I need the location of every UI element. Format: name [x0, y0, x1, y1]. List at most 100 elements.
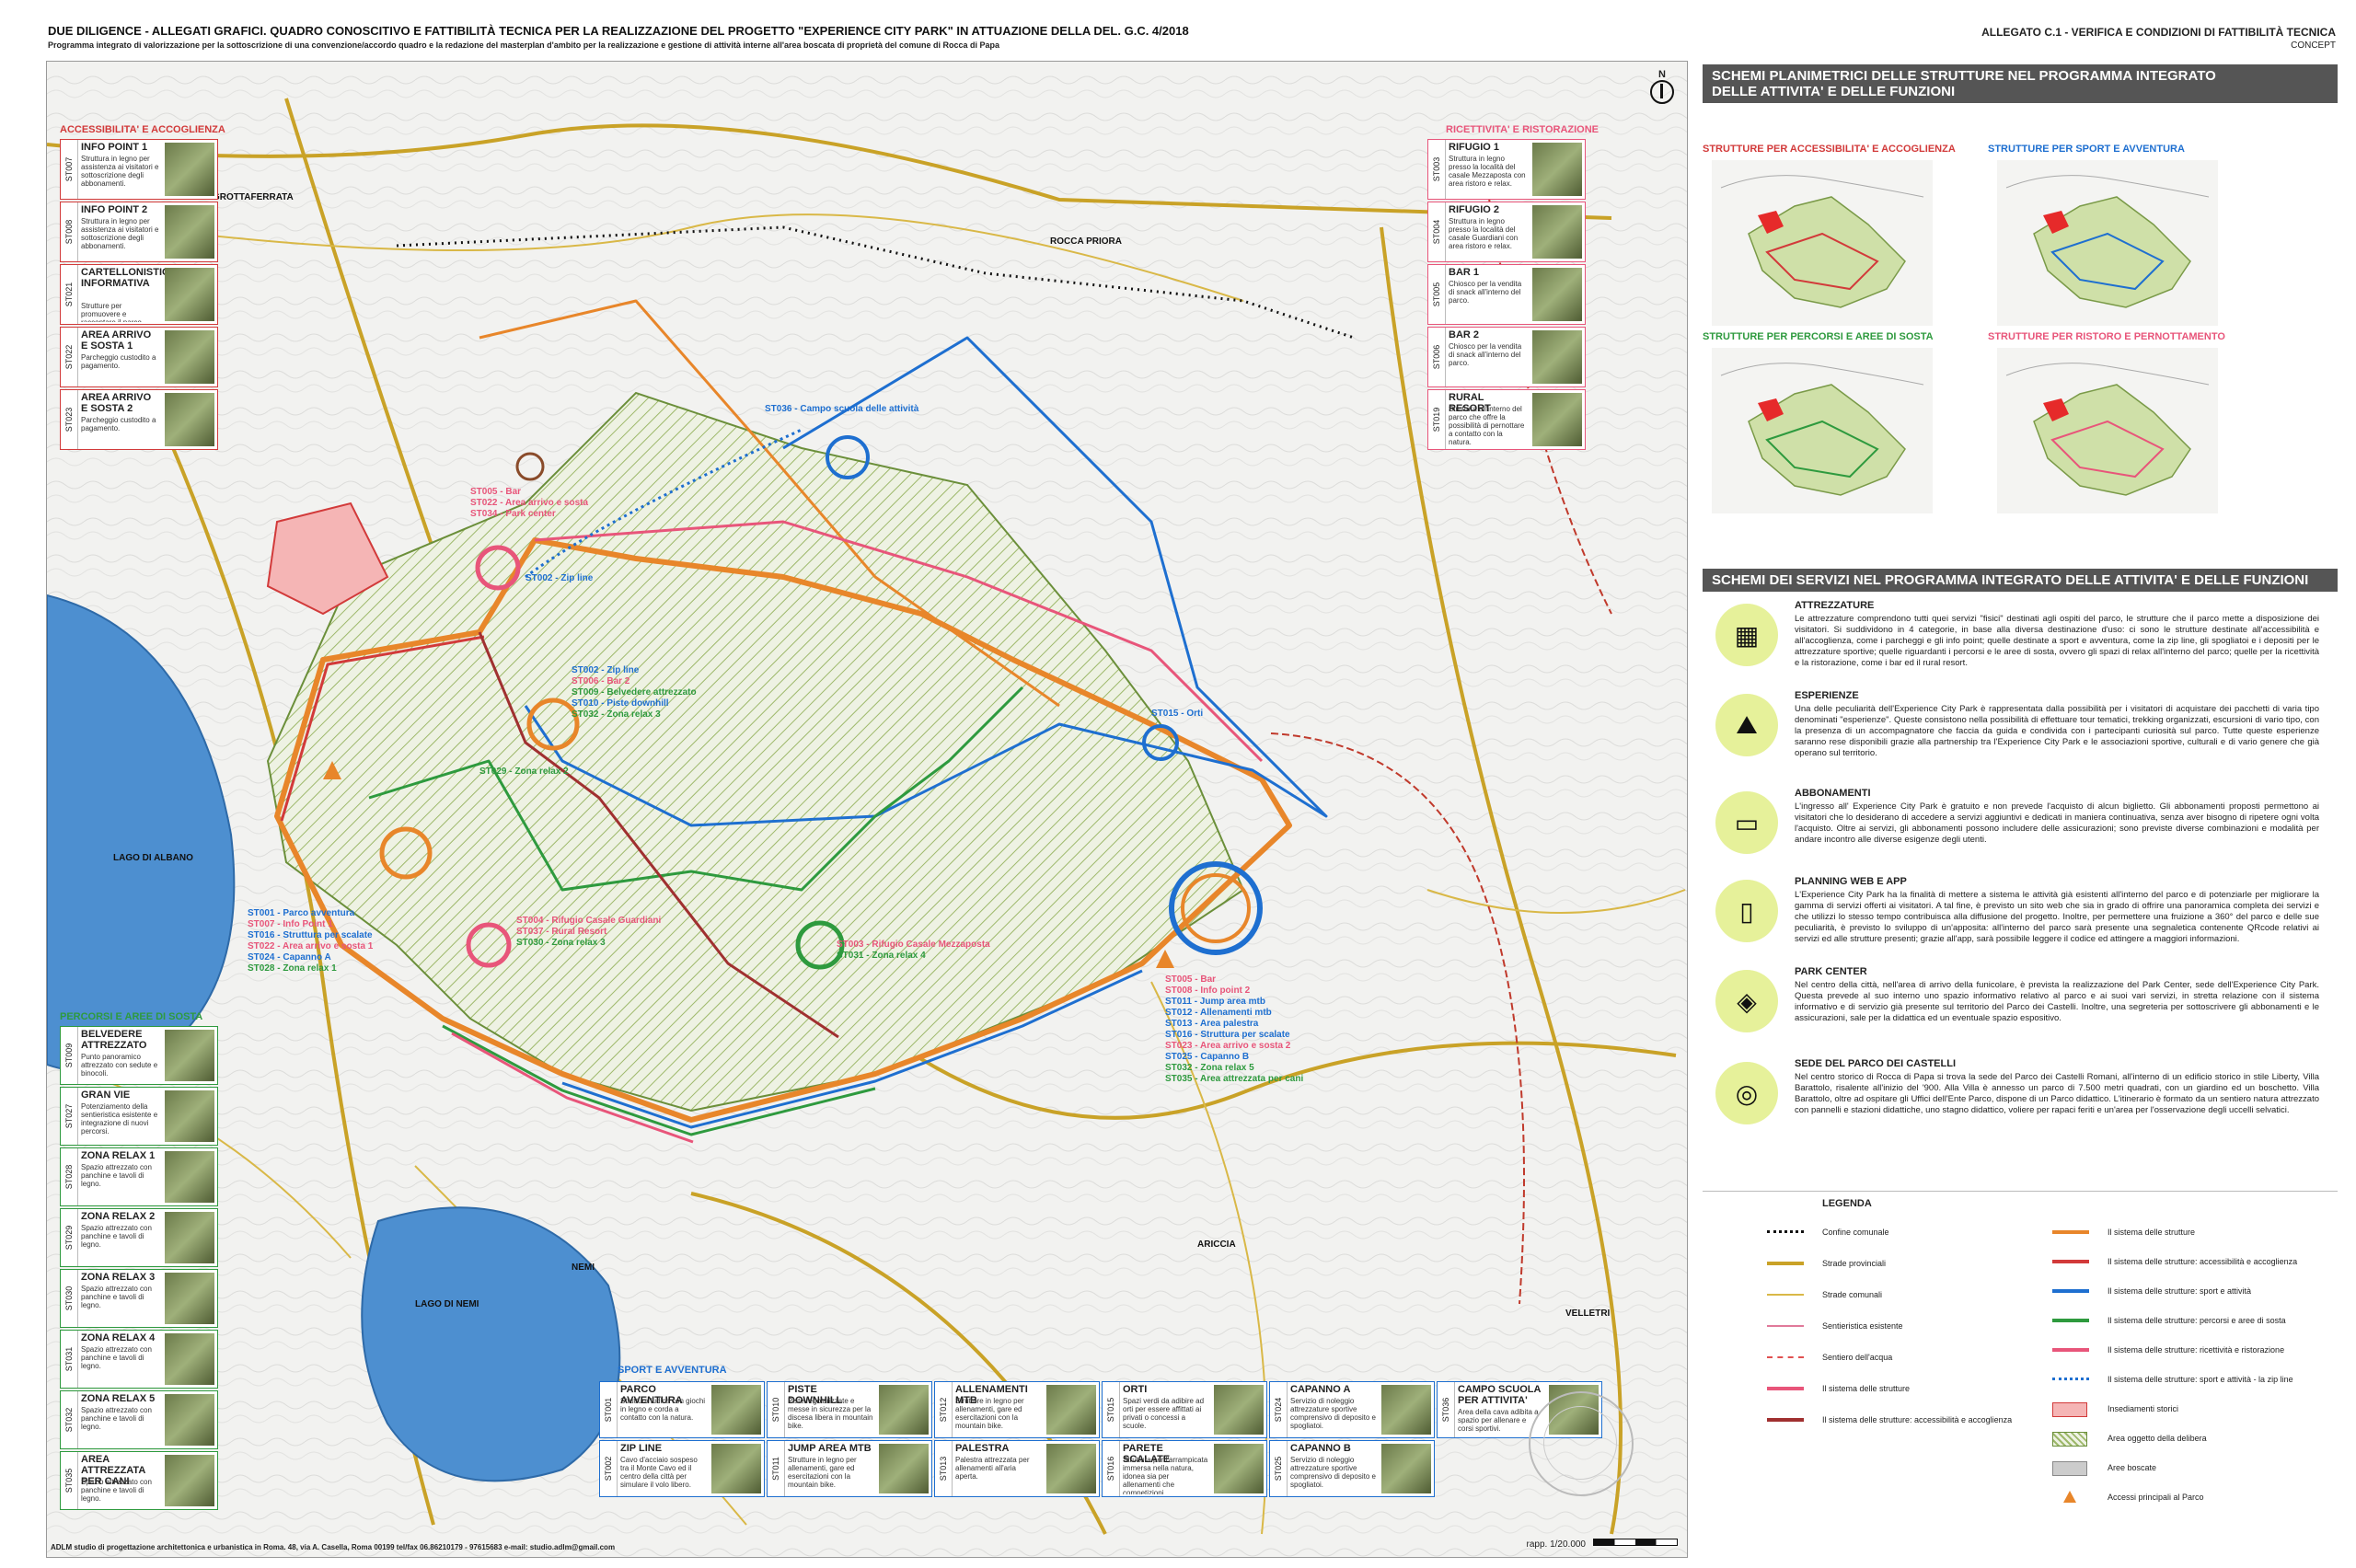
map-annotation[interactable]: ST002 - Zip line [572, 665, 639, 676]
structure-title: PALESTRA [955, 1443, 1010, 1454]
minimap-label: STRUTTURE PER ACCESSIBILITA' E ACCOGLIEN… [1703, 144, 1956, 155]
legend-swatch [1767, 1288, 1804, 1301]
structure-card[interactable]: ST007 INFO POINT 1 Struttura in legno per … [60, 139, 218, 200]
structure-photo [165, 143, 214, 196]
structure-photo [165, 1273, 214, 1324]
structure-card[interactable]: ST012 ALLENAMENTI MTB Strutture in legno p… [934, 1381, 1100, 1438]
structure-card[interactable]: ST029 ZONA RELAX 2 Spazio attrezzato con p… [60, 1208, 218, 1267]
structure-card[interactable]: ST010 PISTE DOWNHILL Piste regolarizzate e… [767, 1381, 932, 1438]
structure-photo [1381, 1385, 1431, 1435]
structure-photo [879, 1444, 929, 1493]
map-annotation[interactable]: ST009 - Belvedere attrezzato [572, 687, 697, 698]
structure-card[interactable]: ST022 AREA ARRIVO E SOSTA 1 Parcheggio cus… [60, 327, 218, 387]
structure-title: ZONA RELAX 3 [81, 1272, 156, 1283]
map-annotation[interactable]: ST028 - Zona relax 1 [248, 963, 337, 974]
structure-card[interactable]: ST002 ZIP LINE Cavo d'acciaio sospeso tra … [599, 1440, 765, 1497]
legend-swatch [2052, 1255, 2089, 1268]
map-annotation[interactable]: ST016 - Struttura per scalate [248, 930, 373, 941]
structure-card[interactable]: ST032 ZONA RELAX 5 Spazio attrezzato con p… [60, 1390, 218, 1449]
service-title: ABBONAMENTI [1795, 788, 1871, 799]
structure-desc: Struttura ludica con giochi in legno e c… [620, 1397, 706, 1422]
map-annotation[interactable]: ST029 - Zona relax 2 [479, 767, 569, 778]
allegato-label: ALLEGATO C.1 - VERIFICA E CONDIZIONI DI … [1981, 26, 2336, 39]
map-annotation[interactable]: ST011 - Jump area mtb [1165, 997, 1265, 1008]
map-annotation[interactable]: ST004 - Rifugio Casale Guardiani [516, 916, 661, 927]
structure-card[interactable]: ST025 CAPANNO B Servizio di noleggio attre… [1269, 1440, 1435, 1497]
structure-card[interactable]: ST003 RIFUGIO 1 Struttura in legno presso … [1427, 139, 1586, 200]
structure-code-label: ST036 [1441, 1397, 1450, 1423]
map-annotation[interactable]: ST032 - Zona relax 5 [1165, 1063, 1254, 1074]
structure-card[interactable]: ST013 PALESTRA Palestra attrezzata per all… [934, 1440, 1100, 1497]
service-title: PARK CENTER [1795, 966, 1867, 977]
structure-title: INFO POINT 1 [81, 142, 148, 153]
map-annotation[interactable]: ST035 - Area attrezzata per cani [1165, 1074, 1303, 1085]
map-annotation[interactable]: ST022 - Area arrivo e sosta 1 [248, 941, 373, 952]
map-annotation[interactable]: ST003 - Rifugio Casale Mezzaposta [837, 940, 990, 951]
service-text: L'ingresso all' Experience City Park è g… [1795, 801, 2319, 845]
structure-card[interactable]: ST023 AREA ARRIVO E SOSTA 2 Parcheggio cus… [60, 389, 218, 450]
structure-card[interactable]: ST001 PARCO AVVENTURA Struttura ludica con… [599, 1381, 765, 1438]
structure-code: ST030 [61, 1270, 78, 1327]
map-annotation[interactable]: ST022 - Area arrivo e sosta [470, 498, 588, 509]
map-annotation[interactable]: ST025 - Capanno B [1165, 1052, 1249, 1063]
structure-desc: Struttura in legno per assistenza ai vis… [81, 217, 159, 250]
structure-code: ST028 [61, 1148, 78, 1205]
map-annotation[interactable]: ST036 - Campo scuola delle attività [765, 404, 918, 415]
structure-card[interactable]: ST028 ZONA RELAX 1 Spazio attrezzato con p… [60, 1147, 218, 1206]
map-annotation[interactable]: ST002 - Zip line [525, 573, 593, 584]
structure-card[interactable]: ST005 BAR 1 Chiosco per la vendita di snac… [1427, 264, 1586, 325]
structure-photo [879, 1385, 929, 1435]
map-annotation[interactable]: ST023 - Area arrivo e sosta 2 [1165, 1041, 1290, 1052]
structure-code-label: ST030 [64, 1286, 74, 1311]
structure-card[interactable]: ST019 RURAL RESORT Struttura all'interno d… [1427, 389, 1586, 450]
structure-title: BAR 2 [1449, 329, 1480, 340]
map-annotation[interactable]: ST005 - Bar [1165, 974, 1216, 986]
main-map[interactable]: N GROTTAFERRATA ROCCA PRIORA LAGO DI ALBAN… [46, 61, 1688, 1558]
map-annotation[interactable]: ST008 - Info point 2 [1165, 986, 1250, 997]
structure-card[interactable]: ST009 BELVEDERE ATTREZZATO Punto panoramic… [60, 1026, 218, 1085]
structure-card[interactable]: ST031 ZONA RELAX 4 Spazio attrezzato con p… [60, 1330, 218, 1389]
structure-card[interactable]: ST015 ORTI Spazi verdi da adibire ad orti … [1102, 1381, 1267, 1438]
structure-code-label: ST015 [1106, 1397, 1115, 1423]
page-title: DUE DILIGENCE - ALLEGATI GRAFICI. QUADRO… [48, 24, 1189, 38]
map-annotation[interactable]: ST037 - Rural Resort [516, 927, 606, 938]
structure-card[interactable]: ST024 CAPANNO A Servizio di noleggio attre… [1269, 1381, 1435, 1438]
map-annotation[interactable]: ST032 - Zona relax 3 [572, 709, 661, 721]
map-annotation[interactable]: ST005 - Bar [470, 487, 521, 498]
structure-code-label: ST024 [1274, 1397, 1283, 1423]
smartphone-icon-glyph: ▯ [1739, 897, 1754, 926]
map-annotation[interactable]: ST012 - Allenamenti mtb [1165, 1008, 1272, 1019]
map-annotation[interactable]: ST024 - Capanno A [248, 952, 331, 963]
structure-card[interactable]: ST006 BAR 2 Chiosco per la vendita di snac… [1427, 327, 1586, 387]
map-annotation[interactable]: ST031 - Zona relax 4 [837, 951, 926, 962]
map-annotation[interactable]: ST007 - Info Point 1 [248, 919, 333, 930]
parco-castelli-logo-icon-glyph: ◎ [1735, 1079, 1759, 1108]
structure-card[interactable]: ST008 INFO POINT 2 Struttura in legno per … [60, 202, 218, 262]
map-annotation[interactable]: ST010 - Piste downhill [572, 698, 669, 709]
structure-photo [165, 1030, 214, 1081]
structure-card[interactable]: ST011 JUMP AREA MTB Strutture in legno per… [767, 1440, 932, 1497]
structure-code: ST027 [61, 1088, 78, 1145]
structure-desc: Struttura in legno per assistenza ai vis… [81, 155, 159, 188]
structure-title: ZONA RELAX 5 [81, 1393, 156, 1404]
map-annotation[interactable]: ST016 - Struttura per scalate [1165, 1030, 1290, 1041]
structure-card[interactable]: ST016 PARETE SCALATE Struttura per l'arram… [1102, 1440, 1267, 1497]
map-annotation[interactable]: ST030 - Zona relax 3 [516, 938, 606, 949]
structure-card[interactable]: ST021 CARTELLONISTICA INFORMATIVA Struttur… [60, 264, 218, 325]
structure-card[interactable]: ST030 ZONA RELAX 3 Spazio attrezzato con p… [60, 1269, 218, 1328]
schemi-title-line1: SCHEMI PLANIMETRICI DELLE STRUTTURE NEL … [1712, 68, 2216, 84]
structure-code: ST010 [768, 1382, 785, 1437]
structure-code-label: ST007 [64, 156, 74, 182]
map-annotation[interactable]: ST034 - Park center [470, 509, 556, 520]
structure-card[interactable]: ST004 RIFUGIO 2 Struttura in legno presso … [1427, 202, 1586, 262]
map-annotation[interactable]: ST013 - Area palestra [1165, 1019, 1258, 1030]
structure-photo [711, 1444, 761, 1493]
map-annotation[interactable]: ST015 - Orti [1151, 709, 1203, 720]
group-title-ricettivita: RICETTIVITA' E RISTORAZIONE [1446, 124, 1599, 135]
structure-card[interactable]: ST035 AREA ATTREZZATA PER CANI Spazio attr… [60, 1451, 218, 1510]
structure-photo [165, 1455, 214, 1506]
structure-desc: Spazi verdi da adibire ad orti per esser… [1123, 1397, 1205, 1430]
structure-card[interactable]: ST027 GRAN VIE Potenziamento della sentier… [60, 1087, 218, 1146]
map-annotation[interactable]: ST006 - Bar 2 [572, 676, 629, 687]
map-annotation[interactable]: ST001 - Parco avventura [248, 908, 354, 919]
